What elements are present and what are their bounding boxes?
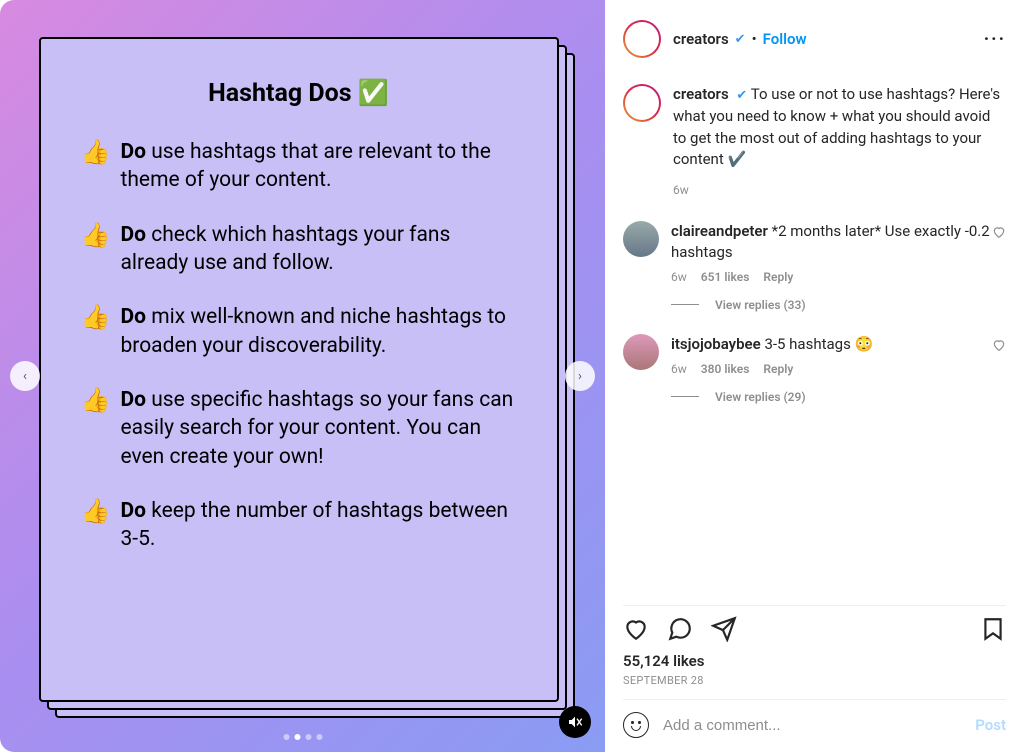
commenter-username[interactable]: claireandpeter <box>671 222 768 240</box>
sound-muted-icon <box>567 714 583 730</box>
comment-composer: Post <box>623 699 1006 738</box>
commenter-username[interactable]: itsjojobaybee <box>671 335 761 353</box>
emoji-picker-button[interactable] <box>623 712 649 738</box>
card-front: Hashtag Dos ✅ 👍 Do use hashtags that are… <box>39 37 559 702</box>
separator: • <box>752 30 757 48</box>
post-sidebar: creators ✔ • Follow ··· creators ✔ To us… <box>605 0 1024 752</box>
comment-input[interactable] <box>663 717 961 734</box>
carousel-next-button[interactable]: › <box>565 361 595 391</box>
comment-likes[interactable]: 651 likes <box>701 269 750 286</box>
thumbs-up-icon: 👍 <box>81 138 121 167</box>
action-bar <box>623 605 1006 648</box>
author-avatar[interactable] <box>623 84 661 122</box>
comment-text: 3-5 hashtags 😳 <box>764 335 873 353</box>
comment: claireandpeter *2 months later* Use exac… <box>623 221 1006 286</box>
mute-button[interactable] <box>559 706 591 738</box>
like-comment-button[interactable] <box>992 225 1006 243</box>
thumbs-up-icon: 👍 <box>81 221 121 250</box>
heart-icon <box>992 225 1006 239</box>
save-button[interactable] <box>980 616 1006 642</box>
tip-item: 👍 Do keep the number of hashtags between… <box>81 497 517 554</box>
thumbs-up-icon: 👍 <box>81 386 121 415</box>
carousel-dot[interactable] <box>305 734 311 740</box>
reply-button[interactable]: Reply <box>763 361 793 378</box>
carousel-dot[interactable] <box>294 734 300 740</box>
tips-list: 👍 Do use hashtags that are relevant to t… <box>81 138 517 554</box>
carousel-dot[interactable] <box>316 734 322 740</box>
tip-item: 👍 Do check which hashtags your fans alre… <box>81 221 517 278</box>
view-replies-button[interactable]: View replies (33) <box>671 298 1006 312</box>
comment: itsjojobaybee 3-5 hashtags 😳 6w 380 like… <box>623 334 1006 378</box>
commenter-avatar[interactable] <box>623 334 659 370</box>
line-icon <box>671 304 699 305</box>
like-comment-button[interactable] <box>992 338 1006 356</box>
post-media: Hashtag Dos ✅ 👍 Do use hashtags that are… <box>0 0 605 752</box>
tip-item: 👍 Do mix well-known and niche hashtags t… <box>81 303 517 360</box>
author-username[interactable]: creators <box>673 30 729 48</box>
post-comment-button[interactable]: Post <box>975 716 1006 734</box>
carousel-dot[interactable] <box>283 734 289 740</box>
tip-text: Do keep the number of hashtags between 3… <box>121 497 517 554</box>
likes-count[interactable]: 55,124 likes <box>623 652 1006 670</box>
caption-text: creators ✔ To use or not to use hashtags… <box>673 84 1006 171</box>
share-button[interactable] <box>711 616 737 642</box>
tip-text: Do use specific hashtags so your fans ca… <box>121 386 517 471</box>
tip-item: 👍 Do use specific hashtags so your fans … <box>81 386 517 471</box>
comment-meta: 6w 651 likes Reply <box>671 269 1006 286</box>
commenter-avatar[interactable] <box>623 221 659 257</box>
tip-item: 👍 Do use hashtags that are relevant to t… <box>81 138 517 195</box>
carousel-dots <box>283 734 322 740</box>
comment-button[interactable] <box>667 616 693 642</box>
thumbs-up-icon: 👍 <box>81 497 121 526</box>
tip-text: Do use hashtags that are relevant to the… <box>121 138 517 195</box>
view-replies-button[interactable]: View replies (29) <box>671 390 1006 404</box>
card-stack: Hashtag Dos ✅ 👍 Do use hashtags that are… <box>33 31 573 721</box>
more-options-button[interactable]: ··· <box>984 29 1006 50</box>
carousel-prev-button[interactable]: ‹ <box>10 361 40 391</box>
caption-block: creators ✔ To use or not to use hashtags… <box>623 84 1006 171</box>
author-row: creators ✔ • Follow <box>673 30 807 48</box>
author-avatar[interactable] <box>623 20 661 58</box>
comments-scroll[interactable]: creators ✔ To use or not to use hashtags… <box>623 84 1006 605</box>
like-button[interactable] <box>623 616 649 642</box>
verified-badge-icon: ✔ <box>735 32 746 47</box>
post-age: 6w <box>673 183 1006 197</box>
chevron-right-icon: › <box>578 369 582 384</box>
post-date: SEPTEMBER 28 <box>623 674 1006 687</box>
reply-button[interactable]: Reply <box>763 269 793 286</box>
line-icon <box>671 396 699 397</box>
comment-age: 6w <box>671 269 687 286</box>
author-username[interactable]: creators <box>673 85 729 103</box>
thumbs-up-icon: 👍 <box>81 303 121 332</box>
post-header: creators ✔ • Follow ··· <box>623 20 1006 58</box>
verified-badge-icon: ✔ <box>736 88 747 103</box>
tip-text: Do mix well-known and niche hashtags to … <box>121 303 517 360</box>
comment-meta: 6w 380 likes Reply <box>671 361 1006 378</box>
comment-likes[interactable]: 380 likes <box>701 361 750 378</box>
chevron-left-icon: ‹ <box>23 369 27 384</box>
tip-text: Do check which hashtags your fans alread… <box>121 221 517 278</box>
heart-icon <box>992 338 1006 352</box>
card-title: Hashtag Dos ✅ <box>81 79 517 108</box>
follow-button[interactable]: Follow <box>763 30 807 48</box>
comment-age: 6w <box>671 361 687 378</box>
